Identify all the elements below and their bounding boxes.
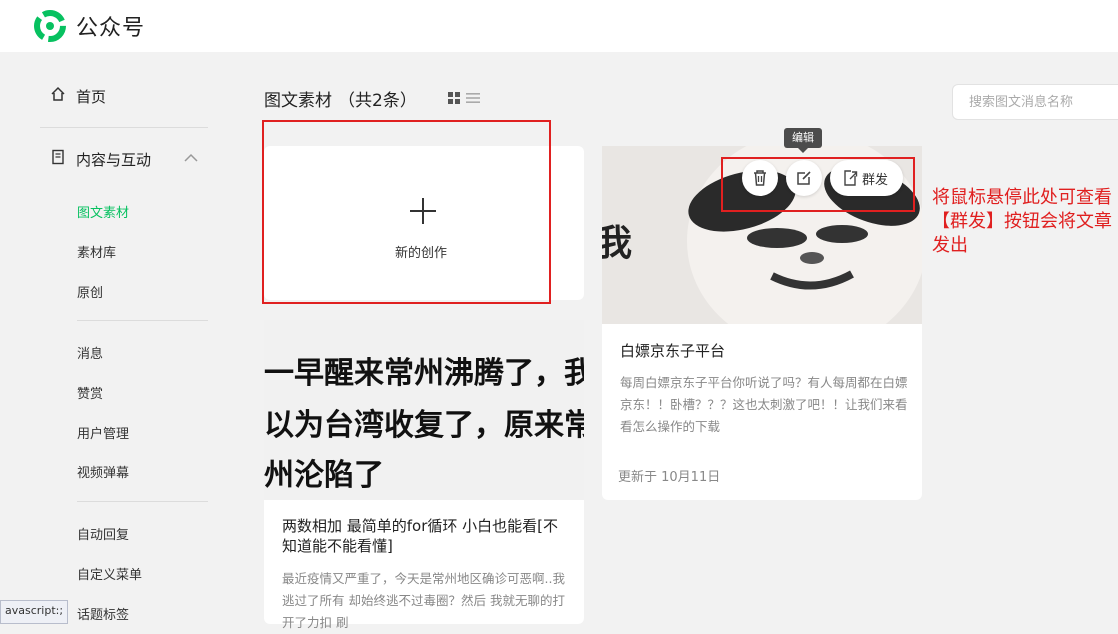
tooltip-arrow: [798, 148, 808, 153]
article-title[interactable]: 白嫖京东子平台: [620, 340, 725, 361]
cover-text-line: 以为台湾收复了，原来常: [264, 408, 584, 443]
sidebar-item-custom-menu[interactable]: 自定义菜单: [77, 564, 142, 583]
sidebar-divider: [77, 501, 208, 502]
annotation-highlight-new: [262, 120, 551, 304]
search-box[interactable]: [952, 84, 1118, 120]
sidebar-item-material-library[interactable]: 素材库: [77, 242, 116, 261]
article-title[interactable]: 两数相加 最简单的for循环 小白也能看[不知道能不能看懂]: [282, 516, 572, 556]
status-link-preview: avascript:;: [0, 600, 69, 624]
sidebar-item-user-management[interactable]: 用户管理: [77, 423, 129, 442]
sidebar-item-image-text[interactable]: 图文素材: [77, 202, 129, 221]
cover-image-text: 我: [602, 223, 633, 264]
annotation-line: 将鼠标悬停此处可查看: [932, 187, 1112, 208]
article-description: 每周白嫖京东子平台你听说了吗？有人每周都在白嫖京东！！卧槽？？？这也太刺激了吧！…: [620, 375, 908, 434]
edit-tooltip: 编辑: [784, 128, 822, 148]
grid-view-icon[interactable]: [448, 92, 460, 104]
sidebar-home-label: 首页: [76, 88, 107, 106]
annotation-text: 将鼠标悬停此处可查看 【群发】按钮会将文章发出: [932, 186, 1116, 258]
page-title: 图文素材 （共2条）: [264, 86, 417, 111]
sidebar-divider: [40, 127, 208, 128]
sidebar-item-messages[interactable]: 消息: [77, 343, 103, 362]
cover-text-line: 一早醒来常州沸腾了，我: [264, 356, 584, 391]
wechat-official-logo-icon[interactable]: [32, 8, 68, 44]
app-title[interactable]: 公众号: [76, 10, 145, 42]
item-count: （共2条）: [338, 91, 417, 111]
sidebar-content-label: 内容与互动: [76, 151, 152, 169]
cover-text-line: 州沦陷了: [264, 458, 384, 493]
sidebar-item-content-interaction[interactable]: 内容与互动: [50, 149, 151, 170]
sidebar-divider: [77, 320, 208, 321]
list-view-icon[interactable]: [466, 92, 480, 104]
sidebar-item-topic-tags[interactable]: 话题标签: [77, 604, 129, 623]
article-update-date: 更新于 10月11日: [618, 470, 721, 485]
sidebar-item-appreciation[interactable]: 赞赏: [77, 383, 103, 402]
annotation-line: 【群发】按钮会将文章发出: [932, 211, 1112, 256]
document-icon: [50, 149, 68, 169]
article-description: 最近疫情又严重了，今天是常州地区确诊可恶啊..我逃过了所有 却始终逃不过毒圈？然…: [282, 571, 565, 630]
article-cover-image: 一早醒来常州沸腾了，我 以为台湾收复了，原来常 州沦陷了: [264, 320, 584, 500]
page-title-text: 图文素材: [264, 91, 332, 111]
sidebar-item-original[interactable]: 原创: [77, 282, 103, 301]
sidebar-item-video-danmaku[interactable]: 视频弹幕: [77, 462, 129, 481]
sidebar-item-auto-reply[interactable]: 自动回复: [77, 524, 129, 543]
search-input[interactable]: [953, 85, 1118, 119]
sidebar-item-home[interactable]: 首页: [50, 86, 106, 107]
annotation-highlight-actions: [721, 157, 915, 212]
top-bar: 公众号: [0, 0, 1118, 52]
chevron-up-icon[interactable]: [183, 150, 199, 166]
home-icon: [50, 86, 68, 106]
